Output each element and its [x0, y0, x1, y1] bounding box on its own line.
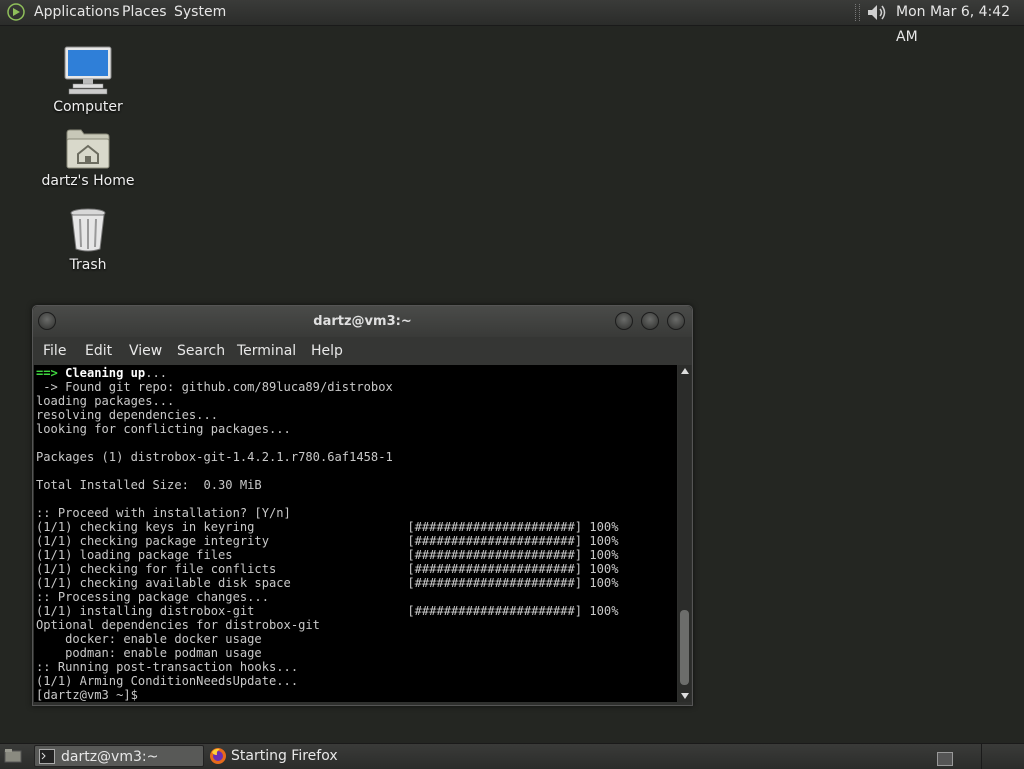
desktop-icon-computer[interactable]: Computer — [33, 45, 143, 115]
output-heading-tail: ... — [145, 366, 168, 380]
taskbar-item-label: dartz@vm3:~ — [61, 749, 159, 765]
output-heading: Cleaning up — [65, 366, 146, 380]
home-folder-icon — [66, 129, 110, 169]
terminal-window[interactable]: dartz@vm3:~ File Edit View Search Termin… — [32, 305, 693, 706]
volume-icon[interactable] — [866, 3, 888, 22]
top-panel: Applications Places System Mon Mar 6, 4:… — [0, 0, 1024, 45]
scrollbar-thumb[interactable] — [680, 610, 689, 685]
terminal-icon — [39, 749, 55, 764]
menu-edit[interactable]: Edit — [85, 337, 112, 365]
places-menu[interactable]: Places — [122, 0, 167, 25]
menu-file[interactable]: File — [43, 337, 66, 365]
applications-menu[interactable]: Applications — [34, 0, 120, 25]
menu-help[interactable]: Help — [311, 337, 343, 365]
desktop-icon-label: dartz's Home — [41, 173, 135, 189]
desktop-icon-label: Trash — [69, 257, 107, 273]
terminal-scrollbar[interactable] — [678, 365, 691, 702]
menu-view[interactable]: View — [129, 337, 162, 365]
desktop-icon-label: Computer — [53, 99, 123, 115]
window-titlebar[interactable]: dartz@vm3:~ — [33, 306, 692, 337]
computer-icon — [64, 46, 112, 95]
workspace-switcher[interactable] — [937, 752, 953, 766]
menu-search[interactable]: Search — [177, 337, 225, 365]
terminal-menubar: File Edit View Search Terminal Help — [33, 337, 692, 365]
scroll-down-arrow-icon[interactable] — [681, 693, 689, 699]
close-button[interactable] — [667, 312, 685, 330]
window-title: dartz@vm3:~ — [313, 314, 412, 329]
clock[interactable]: Mon Mar 6, 4:42 AM — [896, 0, 1024, 50]
taskbar-item-terminal[interactable]: dartz@vm3:~ — [34, 745, 204, 767]
taskbar-item-firefox[interactable]: Starting Firefox — [205, 745, 411, 767]
desktop-icon-home[interactable]: dartz's Home — [33, 127, 143, 189]
firefox-icon — [210, 748, 226, 764]
maximize-button[interactable] — [641, 312, 659, 330]
bottom-panel: dartz@vm3:~ Starting Firefox — [0, 743, 1024, 769]
system-menu[interactable]: System — [174, 0, 226, 25]
prompt-arrow: ==> — [36, 366, 58, 380]
panel-separator — [981, 744, 982, 769]
show-desktop-icon[interactable] — [4, 748, 22, 764]
trash-icon — [70, 208, 106, 252]
desktop-icon-trash[interactable]: Trash — [33, 207, 143, 273]
terminal-output: ==> Cleaning up... -> Found git repo: gi… — [34, 365, 677, 702]
minimize-button[interactable] — [615, 312, 633, 330]
panel-handle[interactable] — [855, 4, 860, 21]
menu-terminal[interactable]: Terminal — [237, 337, 296, 365]
scroll-up-arrow-icon[interactable] — [681, 368, 689, 374]
distro-logo-icon[interactable] — [7, 3, 25, 21]
output-body: -> Found git repo: github.com/89luca89/d… — [36, 380, 619, 702]
terminal-output-area[interactable]: ==> Cleaning up... -> Found git repo: gi… — [34, 365, 677, 702]
taskbar-item-label: Starting Firefox — [231, 748, 338, 764]
